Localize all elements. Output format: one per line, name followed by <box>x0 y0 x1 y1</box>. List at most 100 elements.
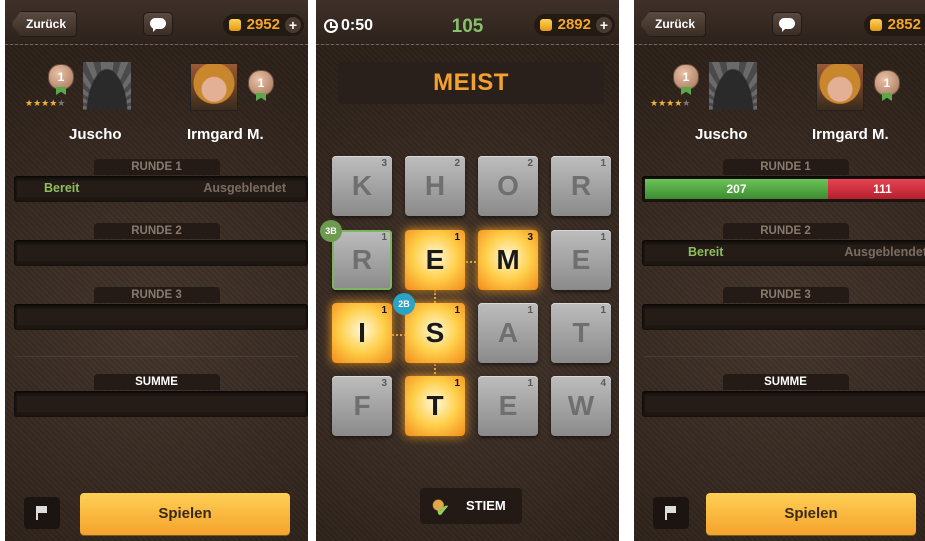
letter-tile[interactable]: A1 <box>478 303 538 363</box>
chat-icon <box>778 18 795 32</box>
total-bar <box>14 391 308 417</box>
ready-status: Bereit <box>44 181 80 195</box>
tile-letter: H <box>424 170 446 201</box>
plus-icon[interactable]: + <box>596 17 612 33</box>
avatar <box>709 62 757 110</box>
tile-letter: W <box>567 390 595 421</box>
letter-tile[interactable]: O2 <box>478 156 538 216</box>
hint-icon <box>432 494 450 530</box>
round-3-bar <box>14 304 308 330</box>
tile-points: 1 <box>381 305 387 316</box>
letter-tile[interactable]: E1 <box>551 230 611 290</box>
tile-points: 1 <box>381 232 387 243</box>
round-overview-screen: Zurück 2952 + 1 ★★★★★ 1 Juscho Irmgard M… <box>5 0 308 541</box>
tile-points: 4 <box>600 378 606 389</box>
coin-balance[interactable]: 2892 + <box>533 14 615 36</box>
round-2-bar <box>14 240 308 266</box>
letter-tile[interactable]: T1 <box>551 303 611 363</box>
level-medal: 1 <box>48 64 74 90</box>
tile-letter: M <box>496 244 520 275</box>
chat-icon <box>149 18 166 32</box>
player-name: Juscho <box>695 126 748 143</box>
back-button[interactable]: Zurück <box>640 11 707 37</box>
coin-amount: 2852 <box>887 16 921 33</box>
plus-icon[interactable]: + <box>285 17 301 33</box>
flag-button[interactable] <box>653 497 689 529</box>
coin-amount: 2952 <box>246 16 280 33</box>
letter-tile[interactable]: F3 <box>332 376 392 436</box>
play-button[interactable]: Spielen <box>706 493 916 535</box>
tile-points: 3 <box>527 232 533 243</box>
level-medal: 1 <box>248 70 274 96</box>
ready-status: Bereit <box>688 245 724 259</box>
chat-button[interactable] <box>142 12 173 36</box>
letter-tile[interactable]: H2 <box>405 156 465 216</box>
player-stars: ★★★★★ <box>650 98 691 108</box>
hint-word-button[interactable]: STIEM <box>420 488 522 530</box>
tile-points: 2 <box>454 158 460 169</box>
tile-letter: E <box>498 390 518 421</box>
divider <box>644 356 925 357</box>
tile-points: 1 <box>454 232 460 243</box>
flag-button[interactable] <box>24 497 60 529</box>
letter-tile[interactable]: M3 <box>478 230 538 290</box>
tile-points: 1 <box>454 305 460 316</box>
play-button[interactable]: Spielen <box>80 493 290 535</box>
round-1-bar[interactable]: Bereit Ausgeblendet <box>14 176 308 202</box>
round-label: RUNDE 1 <box>93 159 220 175</box>
opponent-avatar <box>816 63 864 111</box>
tile-letter: T <box>426 390 444 421</box>
coin-icon <box>539 19 552 31</box>
round-overview-screen: Zurück 2852 + 1 ★★★★★ 1 Juscho Irmgard M… <box>634 0 925 541</box>
letter-tile[interactable]: R1 <box>332 230 392 290</box>
total-bar <box>642 391 925 417</box>
letter-tile[interactable]: R1 <box>551 156 611 216</box>
top-bar: Zurück 2952 + <box>5 0 308 45</box>
game-board-screen: 0:50 105 2892 + MEIST K3H2O2R1R1E1M3E1I1… <box>316 0 619 541</box>
tile-points: 1 <box>527 305 533 316</box>
flag-icon <box>36 506 47 520</box>
tile-letter: O <box>497 170 519 201</box>
tile-points: 1 <box>600 305 606 316</box>
bonus-badge: 2B <box>393 293 415 315</box>
letter-tile[interactable]: E1 <box>405 230 465 290</box>
player-name: Juscho <box>69 126 122 143</box>
hidden-status: Ausgeblendet <box>203 181 286 195</box>
coin-balance[interactable]: 2952 + <box>222 14 304 36</box>
letter-tile[interactable]: S1 <box>405 303 465 363</box>
bonus-badge: 3B <box>320 220 342 242</box>
tile-letter: E <box>571 244 591 275</box>
hint-word: STIEM <box>466 498 506 513</box>
tile-letter: T <box>572 317 590 348</box>
coin-balance[interactable]: 2852 + <box>863 14 925 36</box>
hidden-status: Ausgeblendet <box>844 245 925 259</box>
round-2-bar[interactable]: Bereit Ausgeblendet <box>642 240 925 266</box>
opponent-avatar <box>190 63 238 111</box>
opponent-round-score: 111 <box>828 179 925 199</box>
back-button[interactable]: Zurück <box>11 11 78 37</box>
total-label: SUMME <box>722 374 849 390</box>
top-bar: 0:50 105 2892 + <box>316 0 619 45</box>
round-3-bar <box>642 304 925 330</box>
divider <box>15 356 298 357</box>
round-1-bar[interactable]: 207 111 <box>642 176 925 202</box>
tile-letter: R <box>570 170 592 201</box>
letter-tile[interactable]: I1 <box>332 303 392 363</box>
level-medal: 1 <box>874 70 900 96</box>
player-stars: ★★★★★ <box>25 98 66 108</box>
tile-letter: A <box>497 317 519 348</box>
coin-icon <box>228 19 241 31</box>
letter-tile[interactable]: W4 <box>551 376 611 436</box>
level-medal: 1 <box>673 64 699 90</box>
opponent-name: Irmgard M. <box>812 126 889 143</box>
round-label: RUNDE 3 <box>93 287 220 303</box>
round-label: RUNDE 1 <box>722 159 849 175</box>
tile-points: 1 <box>600 158 606 169</box>
chat-button[interactable] <box>771 12 802 36</box>
tile-letter: F <box>353 390 371 421</box>
letter-tile[interactable]: T1 <box>405 376 465 436</box>
tile-letter: K <box>351 170 373 201</box>
tile-letter: R <box>351 244 373 275</box>
letter-tile[interactable]: E1 <box>478 376 538 436</box>
letter-tile[interactable]: K3 <box>332 156 392 216</box>
